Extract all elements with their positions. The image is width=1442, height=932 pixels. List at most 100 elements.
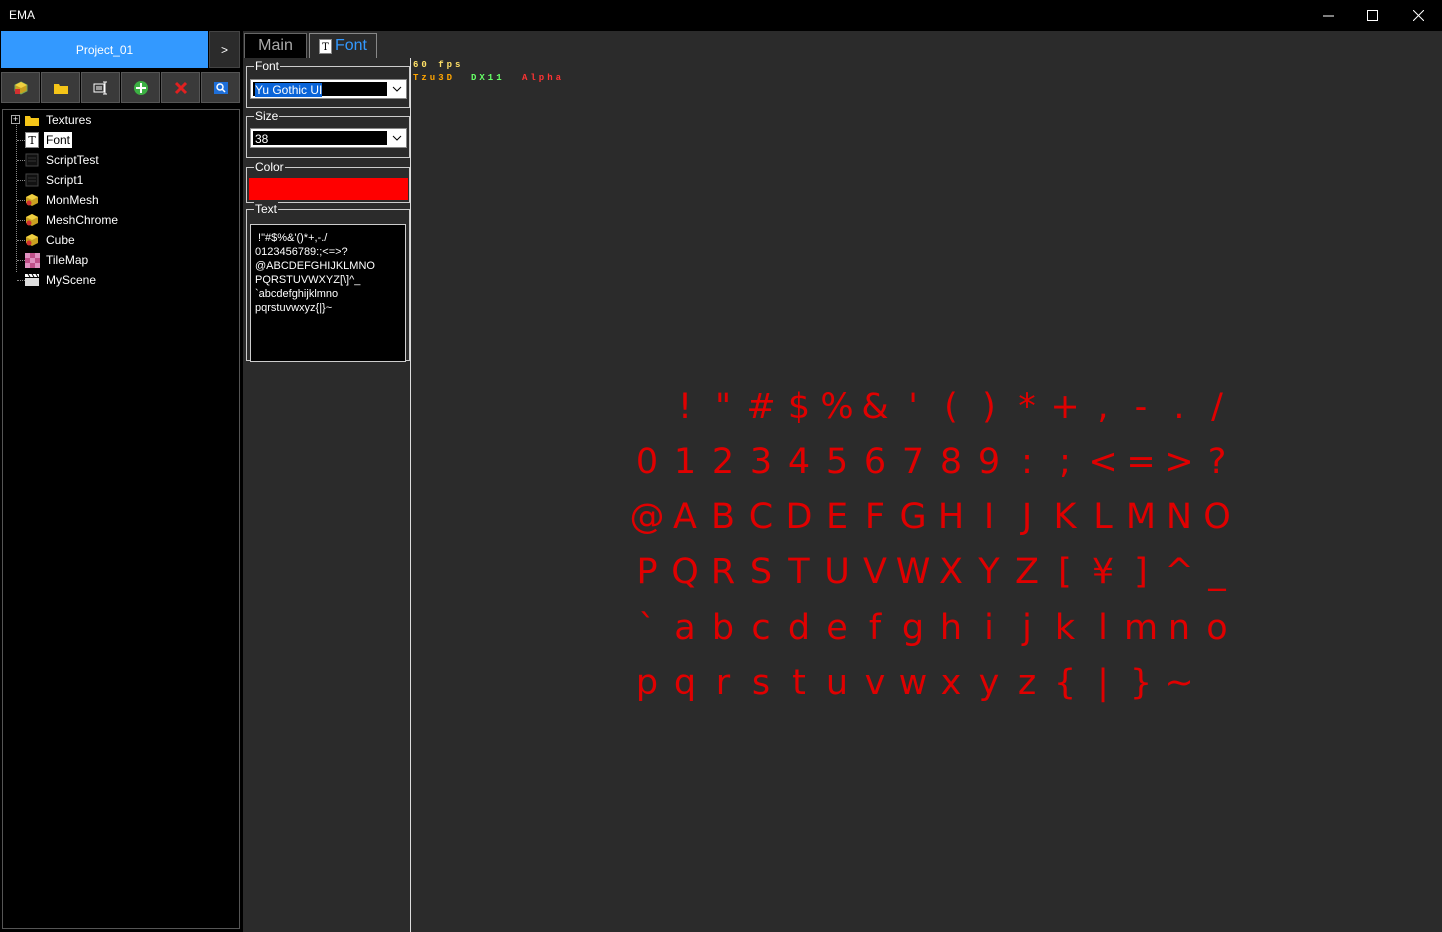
tree-item-label: Script1 [46,173,84,187]
preview-glyph: & [861,387,889,427]
preview-glyph: + [1050,387,1080,427]
tree-item-myscene[interactable]: MyScene [24,270,98,290]
preview-glyph: j [1022,608,1032,648]
window-title: EMA [9,8,36,22]
minimize-icon [1322,15,1334,17]
tree-item-label: MyScene [46,273,97,287]
tree-item-label: ScriptTest [46,153,99,167]
tab-main[interactable]: Main [244,33,307,58]
preview-glyph: J [1021,497,1033,537]
tree-item-cube[interactable]: Cube [24,230,77,250]
text-line: `abcdefghijklmno [255,288,339,300]
preview-glyph: ( [944,387,958,427]
add-icon [133,80,148,95]
preview-glyph: d [787,608,811,648]
tree-item-meshchrome[interactable]: MeshChrome [24,210,120,230]
preview-glyph: @ [629,497,665,537]
preview-row: 0 1 2 3 4 5 6 7 8 9:; < = >? [628,442,1236,482]
rename-button[interactable] [81,72,120,103]
preview-glyph: n [1167,608,1191,648]
preview-glyph: i [984,608,994,648]
project-button[interactable]: Project_01 [1,31,208,68]
maximize-button[interactable] [1349,0,1395,31]
preview-glyph: I [983,497,995,537]
box-icon [14,80,27,95]
tab-font[interactable]: T Font [309,33,377,58]
glyph-text-area[interactable]: !"#$%&'()*+,-./ 0123456789:;<=>? @ABCDEF… [250,224,406,362]
text-line: !"#$%&'()*+,-./ [255,232,328,244]
preview-glyph: 6 [863,442,887,482]
text-line: 0123456789:;<=>? [255,246,348,258]
color-legend: Color [254,160,285,174]
delete-button[interactable] [161,72,200,103]
minimize-button[interactable] [1305,0,1351,31]
font-group: Font Yu Gothic UI [246,59,410,108]
tree-item-font[interactable]: T Font [24,130,73,150]
chevron-down-icon[interactable] [388,129,406,147]
preview-glyph: x [940,663,962,703]
text-legend: Text [254,202,279,216]
tree-item-scripttest[interactable]: ScriptTest [24,150,101,170]
preview-glyph: M [1125,497,1157,537]
preview-glyph: Q [671,552,699,592]
close-button[interactable] [1395,0,1441,31]
preview-glyph: * [1018,387,1036,427]
render-viewport[interactable]: 60 fps Tzu3D DX11 Alpha ! " # $% & '() * +, -./0… [411,58,1442,932]
preview-glyph [628,387,666,427]
mesh-icon [24,232,40,248]
preview-glyph: w [898,663,928,703]
preview-glyph: 0 [635,442,659,482]
script-icon [24,172,40,188]
new-asset-button[interactable] [1,72,40,103]
tab-font-label: Font [334,37,367,54]
text-line: @ABCDEFGHIJKLMNO [255,260,375,272]
preview-glyph: u [825,663,849,703]
preview-glyph: o [1206,608,1228,648]
svg-text:T: T [322,42,329,53]
preview-glyph: U [824,552,850,592]
tree-item-tilemap[interactable]: TileMap [24,250,90,270]
preview-glyph: C [748,497,774,537]
preview-glyph: 8 [939,442,963,482]
preview-glyph: 5 [825,442,849,482]
preview-glyph: < [1088,442,1118,482]
chevron-down-icon[interactable] [388,80,406,98]
delete-icon [174,81,187,94]
expand-panel-button[interactable]: > [209,31,240,68]
tree-guide-line [16,122,17,272]
preview-glyph: ` [638,608,656,648]
tree-item-monmesh[interactable]: MonMesh [24,190,101,210]
preview-glyph: % [820,387,854,427]
preview-glyph: D [785,497,813,537]
preview-glyph: q [673,663,697,703]
preview-row: ` a b c d e f g h i j k l m n o [628,608,1236,648]
search-button[interactable] [201,72,240,103]
preview-glyph: , [1097,387,1109,427]
preview-glyph: V [863,552,887,592]
preview-row: ! " # $% & ' () * +, -. / [628,387,1236,427]
mesh-icon [24,212,40,228]
tree-item-script1[interactable]: Script1 [24,170,85,190]
engine-label: Tzu3D [413,73,456,83]
tree-item-label: MeshChrome [46,213,119,227]
preview-glyph: B [710,497,735,537]
preview-glyph: } [1129,663,1153,703]
open-folder-button[interactable] [41,72,80,103]
preview-glyph: 9 [977,442,1001,482]
font-legend: Font [254,59,281,73]
preview-glyph: y [978,663,1000,703]
size-select[interactable]: 38 [250,128,407,148]
preview-glyph: | [1097,663,1109,703]
color-swatch[interactable] [249,178,408,200]
expand-textures-toggle[interactable]: + [11,115,20,124]
preview-glyph: { [1053,663,1077,703]
font-select[interactable]: Yu Gothic UI [250,79,407,99]
tree-item-label: TileMap [46,253,89,267]
tree-item-textures[interactable]: Textures [24,110,93,130]
preview-glyph: h [939,608,963,648]
asset-tree: + Textures T Font ScriptTest Script1 Mon… [2,109,240,929]
preview-glyph: ¥ [1091,552,1115,592]
preview-glyph: b [711,608,735,648]
add-button[interactable] [121,72,160,103]
preview-glyph: z [1017,663,1037,703]
